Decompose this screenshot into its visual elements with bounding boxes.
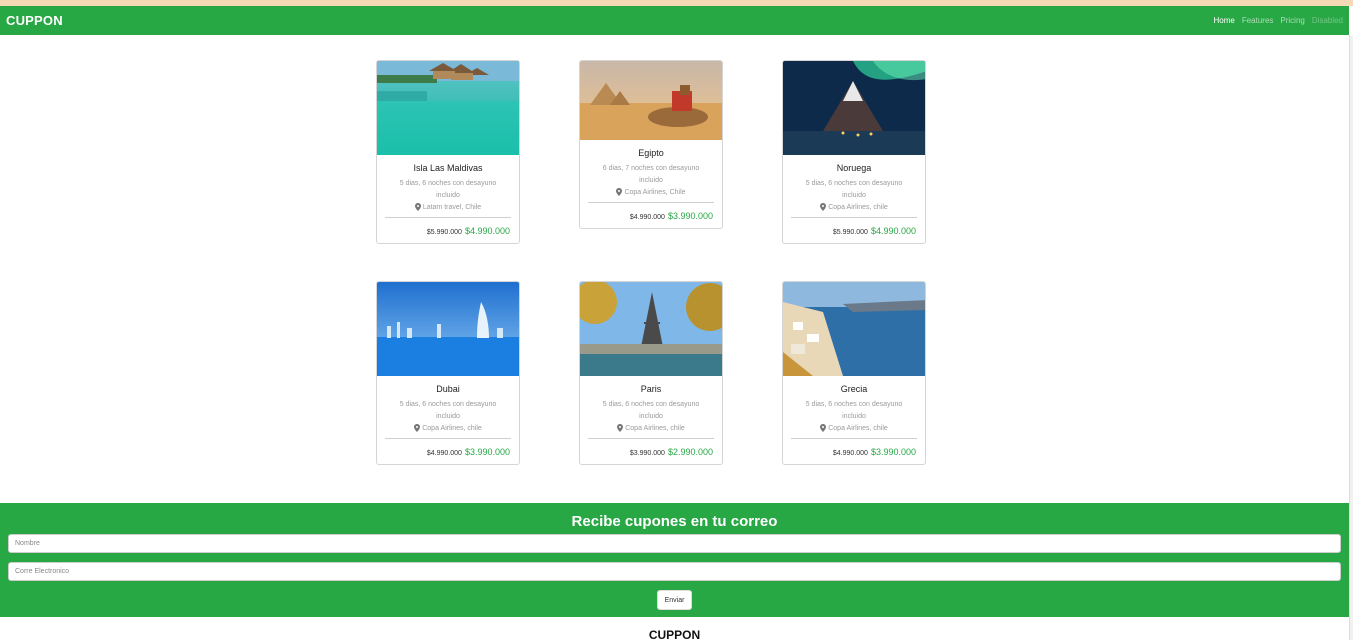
card-location: Copa Airlines, chile xyxy=(588,424,714,432)
card-prices: $5.990.000 $4.990.000 xyxy=(385,226,511,236)
card-prices: $4.990.000 $3.990.000 xyxy=(791,447,917,457)
card-location-text: Copa Airlines, chile xyxy=(828,424,888,432)
card-image xyxy=(580,61,722,140)
send-button[interactable]: Enviar xyxy=(657,590,692,610)
card-description: 5 dias, 6 noches con desayuno incluido xyxy=(399,401,497,420)
map-pin-icon xyxy=(414,203,421,211)
pyramids-camel-photo xyxy=(580,61,722,140)
new-price: $2.990.000 xyxy=(667,447,713,457)
card-image xyxy=(783,282,925,376)
card-divider xyxy=(791,217,917,218)
eiffel-tower-photo xyxy=(580,282,722,376)
email-input[interactable]: Corre Electronico xyxy=(8,562,1341,581)
card-description: 5 dias, 6 noches con desayuno incluido xyxy=(805,180,903,199)
offer-card-dubai[interactable]: Dubai 5 dias, 6 noches con desayuno incl… xyxy=(376,281,520,465)
subscribe-section: Recibe cupones en tu correo Nombre Corre… xyxy=(0,503,1349,617)
card-title: Egipto xyxy=(638,148,664,158)
overwater-bungalows-photo xyxy=(377,61,519,155)
new-price: $3.990.000 xyxy=(870,447,916,457)
old-price: $4.990.000 xyxy=(832,450,868,457)
card-divider xyxy=(588,438,714,439)
card-location: Copa Airlines, chile xyxy=(385,424,511,432)
card-location: Copa Airlines, chile xyxy=(791,424,917,432)
card-location-text: Copa Airlines, chile xyxy=(828,203,888,211)
old-price: $3.990.000 xyxy=(629,450,665,457)
santorini-photo xyxy=(783,282,925,376)
subscribe-heading: Recibe cupones en tu correo xyxy=(571,513,778,530)
card-description: 5 dias, 6 noches con desayuno incluido xyxy=(399,180,497,199)
map-pin-icon xyxy=(820,203,827,211)
new-price: $4.990.000 xyxy=(464,226,510,236)
new-price: $4.990.000 xyxy=(870,226,916,236)
card-title: Grecia xyxy=(840,384,868,394)
offer-card-paris[interactable]: Paris 5 dias, 6 noches con desayuno incl… xyxy=(579,281,723,465)
card-description: 6 dias, 7 noches con desayuno incluido xyxy=(602,165,700,184)
card-location-text: Latam travel, Chile xyxy=(422,203,482,211)
card-description: 5 dias, 6 noches con desayuno incluido xyxy=(805,401,903,420)
card-image xyxy=(377,282,519,376)
navbar: CUPPON Home Features Pricing Disabled xyxy=(0,6,1349,35)
card-prices: $3.990.000 $2.990.000 xyxy=(588,447,714,457)
old-price: $5.990.000 xyxy=(426,229,462,236)
card-location: Latam travel, Chile xyxy=(385,203,511,211)
map-pin-icon xyxy=(616,188,623,196)
card-location-text: Copa Airlines, Chile xyxy=(624,188,686,196)
old-price: $4.990.000 xyxy=(426,450,462,457)
old-price: $5.990.000 xyxy=(832,229,868,236)
old-price: $4.990.000 xyxy=(629,214,665,221)
offer-card-noruega[interactable]: Noruega 5 dias, 6 noches con desayuno in… xyxy=(782,60,926,244)
dubai-skyline-photo xyxy=(377,282,519,376)
card-title: Dubai xyxy=(436,384,460,394)
northern-lights-photo xyxy=(783,61,925,155)
nav-link-disabled: Disabled xyxy=(1311,16,1343,25)
card-location-text: Copa Airlines, chile xyxy=(625,424,685,432)
name-input[interactable]: Nombre xyxy=(8,534,1341,553)
card-location: Copa Airlines, chile xyxy=(791,203,917,211)
map-pin-icon xyxy=(414,424,421,432)
offer-card-egipto[interactable]: Egipto 6 dias, 7 noches con desayuno inc… xyxy=(579,60,723,229)
card-location-text: Copa Airlines, chile xyxy=(422,424,482,432)
nav-links: Home Features Pricing Disabled xyxy=(1213,16,1343,25)
nav-link-home[interactable]: Home xyxy=(1213,16,1234,25)
card-divider xyxy=(791,438,917,439)
card-title: Paris xyxy=(640,384,662,394)
card-image xyxy=(783,61,925,155)
page-scrollbar[interactable] xyxy=(1349,35,1353,640)
card-divider xyxy=(385,438,511,439)
offer-card-maldivas[interactable]: Isla Las Maldivas 5 dias, 6 noches con d… xyxy=(376,60,520,244)
card-divider xyxy=(588,202,714,203)
card-location: Copa Airlines, Chile xyxy=(588,188,714,196)
map-pin-icon xyxy=(820,424,827,432)
map-pin-icon xyxy=(617,424,624,432)
card-image xyxy=(377,61,519,155)
offer-card-grecia[interactable]: Grecia 5 dias, 6 noches con desayuno inc… xyxy=(782,281,926,465)
card-prices: $5.990.000 $4.990.000 xyxy=(791,226,917,236)
new-price: $3.990.000 xyxy=(464,447,510,457)
card-prices: $4.990.000 $3.990.000 xyxy=(588,211,714,221)
card-description: 5 dias, 6 noches con desayuno incluido xyxy=(602,401,700,420)
nav-link-pricing[interactable]: Pricing xyxy=(1280,16,1304,25)
card-title: Noruega xyxy=(836,163,872,173)
nav-link-features[interactable]: Features xyxy=(1242,16,1274,25)
new-price: $3.990.000 xyxy=(667,211,713,221)
card-image xyxy=(580,282,722,376)
card-prices: $4.990.000 $3.990.000 xyxy=(385,447,511,457)
card-title: Isla Las Maldivas xyxy=(413,163,483,173)
card-divider xyxy=(385,217,511,218)
brand-logo[interactable]: CUPPON xyxy=(6,13,63,28)
